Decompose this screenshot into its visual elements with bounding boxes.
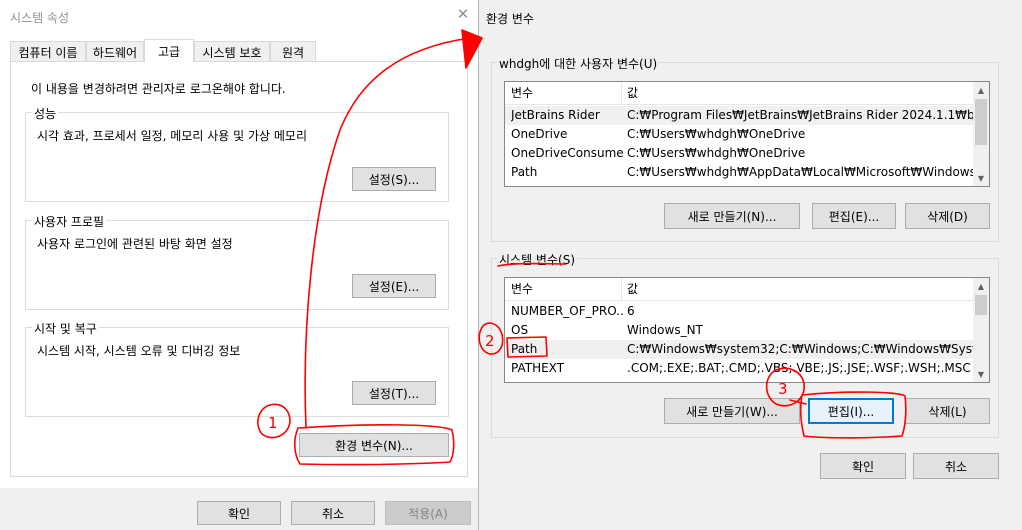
tab-remote[interactable]: 원격 (270, 41, 316, 62)
user-variables-label: whdgh에 대한 사용자 변수(U) (497, 55, 660, 72)
user-list-header: 변수 값 (505, 82, 973, 105)
performance-desc: 시각 효과, 프로세서 일정, 메모리 사용 및 가상 메모리 (37, 129, 307, 143)
user-variable-row[interactable]: OneDrive C:₩Users₩whdgh₩OneDrive (505, 125, 973, 144)
tab-system-protection[interactable]: 시스템 보호 (194, 41, 270, 62)
env-cancel-button[interactable]: 취소 (913, 453, 999, 479)
profile-title: 사용자 프로필 (32, 213, 107, 230)
scroll-down-icon[interactable]: ▼ (973, 170, 989, 186)
user-list-scrollbar[interactable]: ▲ ▼ (973, 82, 989, 186)
user-variable-name: OneDrive (511, 127, 568, 141)
tab-hardware[interactable]: 하드웨어 (86, 41, 144, 62)
system-delete-button[interactable]: 삭제(L) (905, 398, 990, 424)
system-variables-list[interactable]: 변수 값 NUMBER_OF_PRO... 6 OS Windows_NT Pa… (504, 277, 990, 383)
system-variable-name: OS (511, 323, 529, 337)
system-variable-value: 6 (627, 304, 635, 318)
system-variable-value: .COM;.EXE;.BAT;.CMD;.VBS;.VBE;.JS;.JSE;.… (627, 361, 971, 375)
ok-button[interactable]: 확인 (197, 501, 281, 525)
performance-settings-button[interactable]: 설정(S)... (352, 167, 436, 191)
scroll-thumb[interactable] (975, 99, 987, 145)
system-col-value[interactable]: 값 (627, 278, 973, 300)
system-variable-name: PATHEXT (511, 361, 565, 375)
user-variable-row[interactable]: JetBrains Rider C:₩Program Files₩JetBrai… (505, 106, 973, 125)
profile-settings-button[interactable]: 설정(E)... (352, 274, 436, 298)
performance-group: 성능 시각 효과, 프로세서 일정, 메모리 사용 및 가상 메모리 설정(S)… (25, 105, 449, 202)
system-variable-name: Path (511, 342, 538, 356)
admin-note: 이 내용을 변경하려면 관리자로 로그온해야 합니다. (31, 82, 286, 96)
user-variable-row[interactable]: Path C:₩Users₩whdgh₩AppData₩Local₩Micros… (505, 163, 973, 182)
scroll-up-icon[interactable]: ▲ (973, 82, 989, 98)
tab-advanced[interactable]: 고급 (144, 39, 194, 62)
close-icon[interactable]: ✕ (455, 6, 471, 22)
profile-group: 사용자 프로필 사용자 로그인에 관련된 바탕 화면 설정 설정(E)... (25, 213, 449, 310)
user-delete-button[interactable]: 삭제(D) (905, 203, 990, 229)
scroll-up-icon[interactable]: ▲ (973, 278, 989, 294)
user-variable-value: C:₩Users₩whdgh₩OneDrive (627, 127, 806, 141)
environment-variables-dialog: 환경 변수 whdgh에 대한 사용자 변수(U) 변수 값 JetBrains… (479, 0, 1022, 530)
system-variables-label: 시스템 변수(S) (497, 251, 577, 268)
user-variable-value: C:₩Users₩whdgh₩AppData₩Local₩Microsoft₩W… (627, 165, 973, 179)
system-variable-value: Windows_NT (627, 323, 703, 337)
column-separator (621, 278, 622, 300)
system-edit-button[interactable]: 편집(I)... (808, 398, 894, 424)
system-variable-value: C:₩Windows₩system32;C:₩Windows;C:₩Window… (627, 342, 973, 356)
user-variables-list[interactable]: 변수 값 JetBrains Rider C:₩Program Files₩Je… (504, 81, 990, 187)
system-variables-group: 시스템 변수(S) 변수 값 NUMBER_OF_PRO... 6 OS Win… (491, 251, 999, 438)
system-list-header: 변수 값 (505, 278, 973, 301)
scroll-down-icon[interactable]: ▼ (973, 366, 989, 382)
env-ok-button[interactable]: 확인 (820, 453, 906, 479)
system-properties-dialog: 시스템 속성 ✕ 컴퓨터 이름 하드웨어 고급 시스템 보호 원격 이 내용을 … (0, 0, 478, 530)
scroll-thumb[interactable] (975, 295, 987, 315)
user-variable-name: JetBrains Rider (511, 108, 600, 122)
column-separator (621, 82, 622, 104)
system-variable-row[interactable]: NUMBER_OF_PRO... 6 (505, 302, 973, 321)
user-edit-button[interactable]: 편집(E)... (812, 203, 896, 229)
env-dialog-title: 환경 변수 (486, 12, 534, 26)
startup-group: 시작 및 복구 시스템 시작, 시스템 오류 및 디버깅 정보 설정(T)... (25, 320, 449, 417)
tab-computer-name[interactable]: 컴퓨터 이름 (10, 41, 86, 62)
system-list-scrollbar[interactable]: ▲ ▼ (973, 278, 989, 382)
performance-title: 성능 (32, 105, 59, 122)
cancel-button[interactable]: 취소 (291, 501, 375, 525)
profile-desc: 사용자 로그인에 관련된 바탕 화면 설정 (37, 237, 233, 251)
startup-settings-button[interactable]: 설정(T)... (352, 381, 436, 405)
user-variable-name: OneDriveConsumer (511, 146, 623, 160)
user-variable-row[interactable]: OneDriveConsumer C:₩Users₩whdgh₩OneDrive (505, 144, 973, 163)
apply-button[interactable]: 적용(A) (385, 501, 471, 525)
system-variable-name: NUMBER_OF_PRO... (511, 304, 623, 318)
user-new-button[interactable]: 새로 만들기(N)... (664, 203, 800, 229)
system-variable-row[interactable]: OS Windows_NT (505, 321, 973, 340)
user-col-value[interactable]: 값 (627, 82, 973, 104)
dialog-title: 시스템 속성 (10, 11, 70, 25)
system-variable-row[interactable]: Path C:₩Windows₩system32;C:₩Windows;C:₩W… (505, 340, 973, 359)
system-col-variable[interactable]: 변수 (511, 278, 623, 300)
tab-panel: 이 내용을 변경하려면 관리자로 로그온해야 합니다. 성능 시각 효과, 프로… (10, 61, 468, 477)
system-new-button[interactable]: 새로 만들기(W)... (664, 398, 800, 424)
startup-desc: 시스템 시작, 시스템 오류 및 디버깅 정보 (37, 344, 241, 358)
user-variable-value: C:₩Program Files₩JetBrains₩JetBrains Rid… (627, 108, 973, 122)
user-variable-name: Path (511, 165, 538, 179)
startup-title: 시작 및 복구 (32, 320, 99, 337)
user-variables-group: whdgh에 대한 사용자 변수(U) 변수 값 JetBrains Rider… (491, 55, 999, 242)
environment-variables-button[interactable]: 환경 변수(N)... (299, 433, 449, 457)
user-col-variable[interactable]: 변수 (511, 82, 623, 104)
system-variable-row[interactable]: PATHEXT .COM;.EXE;.BAT;.CMD;.VBS;.VBE;.J… (505, 359, 973, 378)
user-variable-value: C:₩Users₩whdgh₩OneDrive (627, 146, 806, 160)
